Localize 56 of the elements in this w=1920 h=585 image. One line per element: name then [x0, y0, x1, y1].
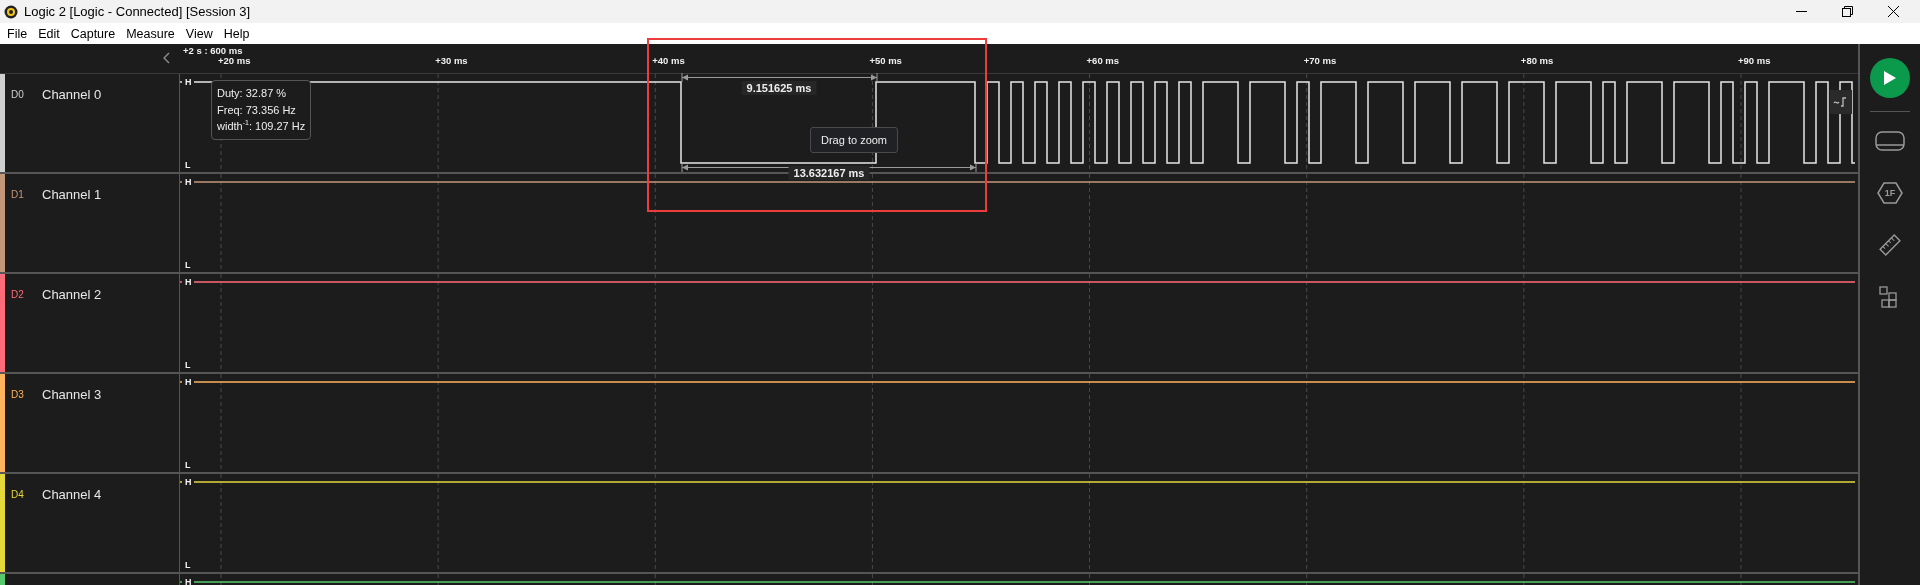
period-label: 13.632167 ms [788, 166, 870, 180]
collapse-chevron-icon[interactable] [163, 52, 171, 64]
channel-name[interactable]: Channel 2 [42, 287, 102, 302]
level-marker: H [185, 277, 192, 287]
channel-id: D2 [11, 289, 25, 300]
menu-item[interactable]: File [2, 26, 34, 41]
play-icon [1883, 70, 1897, 86]
level-marker: H [185, 577, 192, 585]
time-tick-label: +40 ms [652, 55, 685, 66]
level-marker: H [185, 177, 192, 187]
hexagon-icon [1877, 182, 1903, 204]
time-tick-label: +50 ms [869, 55, 902, 66]
window-title: Logic 2 [Logic - Connected] [Session 3] [24, 4, 251, 19]
channel-name[interactable]: Channel 3 [42, 387, 102, 402]
level-marker: L [185, 460, 191, 470]
channel-name[interactable]: Channel 4 [42, 487, 102, 502]
level-marker: H [185, 77, 192, 87]
ruler-icon [1879, 234, 1901, 256]
level-marker: L [185, 160, 191, 170]
channel-name[interactable]: Channel 0 [42, 87, 102, 102]
level-marker: L [185, 560, 191, 570]
time-tick-label: +80 ms [1520, 55, 1554, 66]
restore-icon [1841, 6, 1853, 17]
time-tick-label: +30 ms [435, 55, 468, 66]
trigger-edge-button[interactable] [1830, 90, 1852, 114]
timeline-origin: +2 s : 600 ms [183, 45, 243, 56]
menu-item[interactable]: Edit [33, 26, 66, 41]
channel-name[interactable]: Channel 1 [42, 187, 102, 202]
level-marker: L [185, 260, 191, 270]
time-tick-label: +70 ms [1303, 55, 1337, 66]
measurement-text: width$^{-1}$: 109.27 Hz [217, 118, 306, 134]
channel-id: D1 [11, 189, 25, 200]
level-marker: H [185, 377, 192, 387]
extension-label: 1F [1884, 188, 1896, 198]
channel-id: D3 [11, 389, 25, 400]
close-icon [1887, 6, 1899, 17]
menu-item[interactable]: Capture [65, 26, 122, 41]
rounded-rectangle-icon [1875, 131, 1905, 151]
level-marker: L [185, 360, 191, 370]
pulse-width-label: 9.151625 ms [741, 81, 817, 95]
zoom-hint-tooltip: Drag to zoom [810, 127, 899, 153]
channel-id: D4 [11, 489, 25, 500]
level-marker: H [185, 477, 192, 487]
measurement-text: Freq: 73.356 Hz [217, 102, 297, 118]
measurement-text: Duty: 32.87 % [217, 86, 288, 101]
app-logo-icon [4, 4, 18, 19]
start-button[interactable] [1870, 58, 1910, 98]
menu-item[interactable]: View [180, 26, 219, 41]
time-tick-label: +20 ms [218, 55, 251, 66]
wave-edge-icon [1833, 97, 1849, 107]
menu-item[interactable]: Help [218, 26, 256, 41]
extensions-button[interactable]: 1F [1874, 176, 1906, 210]
channel-id: D0 [11, 89, 25, 100]
time-tick-label: +90 ms [1737, 55, 1771, 66]
menu-item[interactable]: Measure [121, 26, 181, 41]
time-tick-label: +60 ms [1086, 55, 1120, 66]
